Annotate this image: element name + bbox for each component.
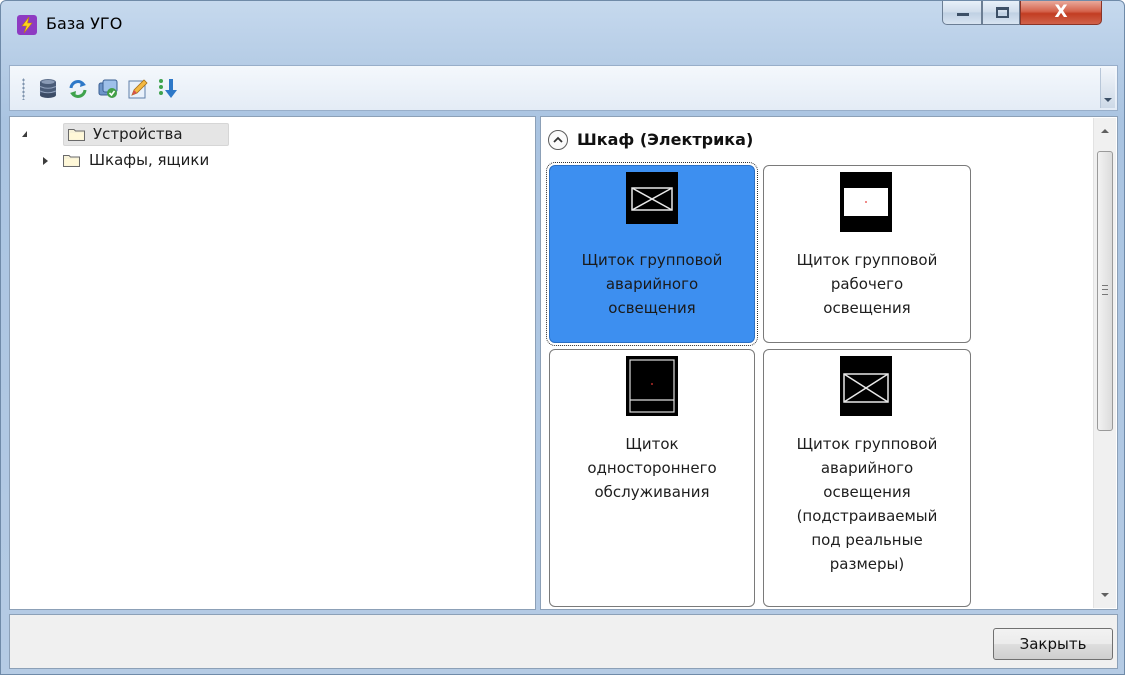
panel-single-side-thumbnail [626,356,678,416]
group-title: Шкаф (Электрика) [577,130,754,149]
symbol-label: Щиток групповой рабочего освещения [796,251,938,317]
edit-icon[interactable] [126,77,150,101]
symbol-gallery: Шкаф (Электрика) Щиток групповой аварийн… [540,116,1118,610]
tree-view[interactable]: Устройства Шкафы, ящики [9,116,536,610]
sort-icon[interactable] [156,77,180,101]
symbol-tile[interactable]: Щиток групповой рабочего освещения [763,165,971,343]
tree-item-devices[interactable]: Устройства [10,122,537,146]
expand-open-icon[interactable] [22,131,27,137]
symbol-label: Щиток одностороннего обслуживания [587,435,717,501]
symbol-label: Щиток групповой аварийного освещения [581,251,723,317]
panel-working-thumbnail [840,172,892,232]
minimize-button[interactable] [942,1,982,25]
scrollbar-thumb[interactable] [1097,151,1113,431]
symbol-tile[interactable]: Щиток групповой аварийного освещения [546,162,758,346]
folder-icon [63,155,80,167]
symbol-label: Щиток групповой аварийного освещения (по… [796,435,938,573]
toolbar-overflow-button[interactable] [1100,68,1115,108]
grip-icon [1102,285,1108,295]
scroll-up-icon[interactable] [1101,129,1109,133]
close-button[interactable]: Закрыть [993,628,1113,660]
expand-closed-icon[interactable] [43,157,48,165]
maximize-button[interactable] [982,1,1020,25]
sync-icon[interactable] [96,77,120,101]
maximize-icon [996,7,1009,18]
scroll-down-icon[interactable] [1101,593,1109,597]
tree-item-label: Устройства [93,125,183,143]
window-title: База УГО [46,14,123,33]
panel-emergency-thumbnail [626,172,678,224]
folder-icon [68,129,85,141]
vertical-scrollbar[interactable] [1093,118,1116,608]
tree-item-label: Шкафы, ящики [89,151,210,169]
close-icon: X [1054,2,1068,22]
title-bar[interactable]: База УГО X [1,1,1124,47]
group-collapse-button[interactable] [548,130,568,150]
window: База УГО X Устройства Шкафы, ящики Шкаф … [0,0,1125,675]
toolbar [9,65,1118,111]
chevron-up-icon [553,136,563,143]
symbol-tile[interactable]: Щиток одностороннего обслуживания [549,349,755,607]
refresh-icon[interactable] [66,77,90,101]
chevron-down-icon [1104,98,1112,102]
toolbar-grip[interactable] [22,78,25,100]
minimize-icon [957,13,969,16]
lightning-icon [17,15,37,35]
tree-item-cabinets[interactable]: Шкафы, ящики [10,148,537,172]
close-window-button[interactable]: X [1020,1,1102,25]
footer-bar: Закрыть [9,614,1118,669]
panel-adjustable-thumbnail [840,356,892,416]
symbol-tile[interactable]: Щиток групповой аварийного освещения (по… [763,349,971,607]
database-icon[interactable] [36,77,60,101]
